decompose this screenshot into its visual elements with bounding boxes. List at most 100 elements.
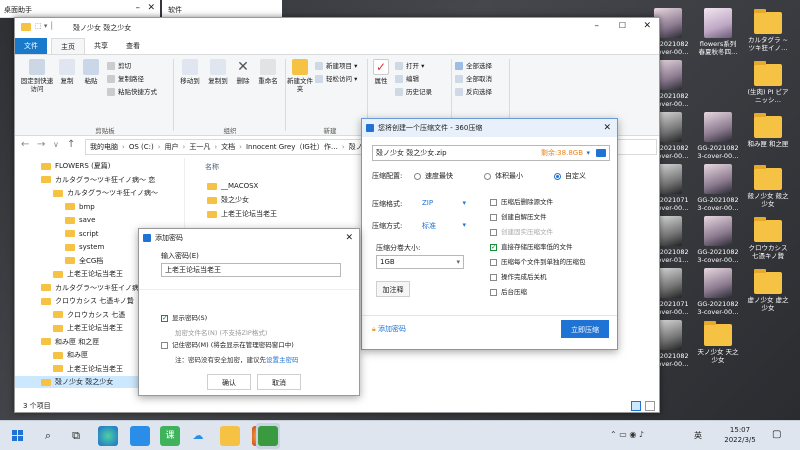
nav-item[interactable]: save [15,214,183,226]
breadcrumb-item[interactable]: 王一凡 [189,140,210,154]
password-input[interactable]: 上老王论坛当老王 [161,263,341,277]
up-arrow-icon[interactable]: ↑ [67,139,75,150]
breadcrumb-separator-icon[interactable]: › [183,140,186,154]
add-password-link[interactable]: 🔒︎ 添加密码 [372,324,406,334]
pin-quick-access-button[interactable]: 固定到快速访问 [19,59,55,93]
invert-selection-button[interactable]: 反向选择 [455,87,492,97]
background-window-left[interactable]: 桌面助手 – ✕ [0,0,160,18]
desktop-folder-icon[interactable]: クロウカシス 七憑キノ贄 [746,216,790,260]
easy-access-button[interactable]: 轻松访问 ▾ [315,74,357,84]
zip-option-checkbox[interactable]: 直接存储压缩率低的文件 [490,242,573,252]
remember-password-checkbox[interactable]: 记住密码(M) (将会显示在管理密码窗口中) [161,340,294,350]
nav-item[interactable]: FLOWERS (夏篇) [15,160,183,172]
paste-button[interactable]: 粘贴 [79,59,103,85]
copy-button[interactable]: 复制 [55,59,79,85]
desktop-folder-icon[interactable]: 殻ノ少女 殻之少女 [746,164,790,208]
cut-button[interactable]: 剪切 [107,61,131,71]
search-icon[interactable]: ⌕ [38,426,58,446]
desktop-folder-icon[interactable]: カルタグラ ~ツキ狂イノ… [746,8,790,52]
minimize-icon[interactable]: – [136,3,141,13]
radio-fastest[interactable]: 速度最快 [414,171,453,181]
desktop-image-icon[interactable]: GG-2021082 3-cover-00… [696,216,740,264]
method-select[interactable]: 标准 ▾ [422,221,466,231]
zip-option-checkbox[interactable]: 压缩每个文件到单独的压缩包 [490,257,586,267]
set-master-password-link[interactable]: 设置主密码 [266,356,299,364]
zip-dialog-close-icon[interactable]: ✕ [603,119,611,137]
rename-button[interactable]: 重命名 [255,59,281,85]
breadcrumb-separator-icon[interactable]: › [158,140,161,154]
radio-smallest[interactable]: 体积最小 [484,171,523,181]
zip-option-checkbox[interactable]: 后台压缩 [490,287,527,297]
password-dialog-title-bar[interactable]: 添加密码 ✕ [139,229,359,247]
breadcrumb-separator-icon[interactable]: › [214,140,217,154]
breadcrumb-item[interactable]: Innocent Grey（IG社）作… [246,140,338,154]
forward-arrow-icon[interactable]: → [37,139,45,150]
delete-button[interactable]: ✕ 删除 [233,59,253,85]
breadcrumb-item[interactable]: 我的电脑 [90,140,118,154]
show-password-checkbox[interactable]: 显示密码(S) [161,313,207,323]
zip-filename-field[interactable]: 殻ノ少女 殻之少女.zip 剩余:38.8GB ▾ [372,145,610,161]
green-app-icon[interactable]: 课 [160,426,180,446]
close-icon[interactable]: ✕ [147,3,155,13]
file-row[interactable]: 殻之少女 [207,194,249,206]
zip-icon[interactable] [258,426,278,446]
desktop-image-icon[interactable]: flowers系列 春夏秋冬四… [696,8,740,56]
notification-icon[interactable]: ▢ [772,429,781,440]
dropdown-arrow-icon[interactable]: ▾ [586,146,590,160]
breadcrumb-separator-icon[interactable]: › [239,140,242,154]
desktop-folder-icon[interactable]: 天ノ少女 天之少女 [696,320,740,364]
radio-custom[interactable]: 自定义 [554,171,586,181]
add-comment-button[interactable]: 加注释 [376,281,410,297]
zip-dialog-title-bar[interactable]: 您将创建一个压缩文件 - 360压缩 ✕ [362,119,617,137]
nav-item[interactable]: カルタグラ～ツキ狂イノ病～ [15,187,183,199]
clock[interactable]: 15:07 2022/3/5 [718,425,762,445]
desktop-folder-icon[interactable]: 虚ノ少女 虚之少女 [746,268,790,312]
ok-button[interactable]: 确认 [207,374,251,390]
zip-option-checkbox[interactable]: 压缩后删除源文件 [490,197,553,207]
close-button[interactable]: ✕ [643,21,651,31]
title-bar[interactable]: ⬚ ▾ │ 殻ノ少女 殻之少女 – ☐ ✕ [15,18,659,38]
cancel-button[interactable]: 取消 [257,374,301,390]
task-view-icon[interactable]: ⧉ [66,426,86,446]
file-row[interactable]: 上老王论坛当老王 [207,208,277,220]
nav-item[interactable]: カルタグラ～ツキ狂イノ病～ 恋 [15,174,183,186]
recent-dropdown-icon[interactable]: ∨ [53,140,59,149]
breadcrumb-item[interactable]: 用户 [165,140,179,154]
back-arrow-icon[interactable]: ← [21,139,29,150]
paste-shortcut-button[interactable]: 粘贴快捷方式 [107,87,157,97]
column-header-name[interactable]: 名称 [205,162,219,172]
breadcrumb-item[interactable]: OS (C:) [129,140,154,154]
large-icons-view-icon[interactable] [645,401,655,411]
new-folder-button[interactable]: 新建文件夹 [287,59,313,93]
system-tray-icons[interactable]: ⌃ ▭ ◉ ♪ [610,430,644,439]
desktop-image-icon[interactable]: GG-2021082 3-cover-00… [696,268,740,316]
minimize-button[interactable]: – [595,21,600,31]
desktop-image-icon[interactable]: GG-2021082 3-cover-00… [696,112,740,160]
file-row[interactable]: __MACOSX [207,180,258,192]
nav-item[interactable]: bmp [15,201,183,213]
breadcrumb-item[interactable]: 文档 [221,140,235,154]
windows-icon[interactable] [8,426,28,446]
baidu-netdisk-icon[interactable]: ☁ [188,426,208,446]
maximize-button[interactable]: ☐ [619,21,626,30]
zip-option-checkbox[interactable]: 创建自解压文件 [490,212,547,222]
details-view-icon[interactable] [631,401,641,411]
split-size-select[interactable]: 1GB ▾ [376,255,464,269]
select-all-button[interactable]: 全部选择 [455,61,492,71]
edit-button[interactable]: 编辑 [395,74,419,84]
explorer-icon[interactable] [220,426,240,446]
background-window-mid[interactable]: 软件 [162,0,282,18]
tab-share[interactable]: 共享 [85,38,117,54]
history-button[interactable]: 历史记录 [395,87,432,97]
tab-view[interactable]: 查看 [117,38,149,54]
copy-path-button[interactable]: 复制路径 [107,74,144,84]
zip-option-checkbox[interactable]: 操作完成后关机 [490,272,547,282]
store-icon[interactable] [130,426,150,446]
properties-button[interactable]: ✓ 属性 [371,59,391,85]
input-language-indicator[interactable]: 英 [694,430,702,441]
breadcrumb-separator-icon[interactable]: › [342,140,345,154]
password-dialog-close-icon[interactable]: ✕ [345,229,353,247]
open-button[interactable]: 打开 ▾ [395,61,424,71]
format-select[interactable]: ZIP ▾ [422,199,466,207]
start-compress-button[interactable]: 立即压缩 [561,320,609,338]
